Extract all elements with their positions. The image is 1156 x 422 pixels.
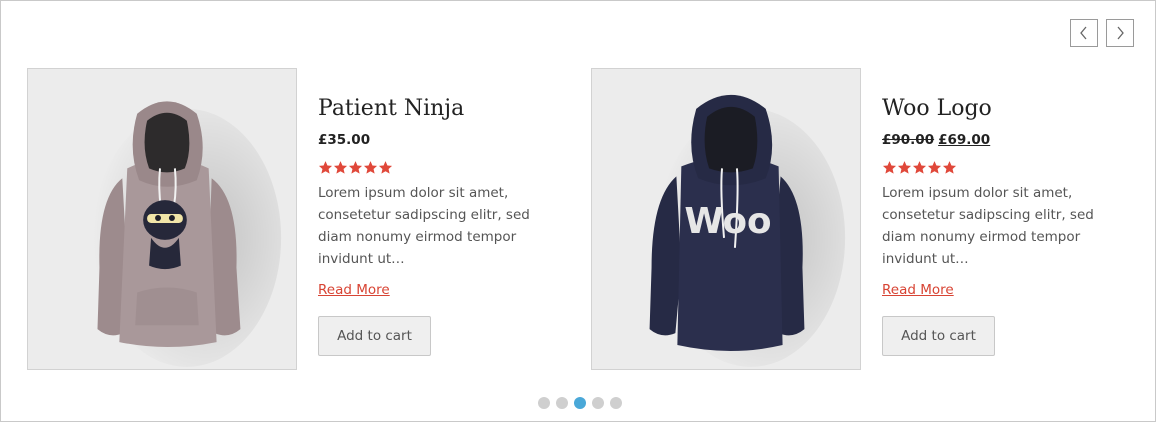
current-price: £69.00: [938, 132, 991, 148]
star-icon: [318, 161, 333, 174]
product-image[interactable]: Woo: [591, 68, 861, 370]
star-icon: [378, 161, 393, 174]
rating-stars: [318, 160, 393, 175]
hoodie-logo-text: Woo: [684, 201, 771, 242]
product-description: Lorem ipsum dolor sit amet, consetetur s…: [318, 185, 530, 267]
product-image[interactable]: [27, 68, 297, 370]
ninja-hoodie-image: [92, 101, 282, 367]
read-more-link[interactable]: Read More: [882, 282, 954, 298]
star-icon: [942, 161, 957, 174]
add-to-cart-button[interactable]: Add to cart: [882, 316, 995, 356]
add-to-cart-button[interactable]: Add to cart: [318, 316, 431, 356]
product-carousel: Patient Ninja £35.00 Lorem ipsum dolor s…: [0, 0, 1156, 422]
carousel-next-button[interactable]: [1106, 19, 1134, 47]
old-price: £90.00: [882, 132, 935, 148]
product-title[interactable]: Woo Logo: [882, 96, 992, 121]
star-icon: [897, 161, 912, 174]
read-more-link[interactable]: Read More: [318, 282, 390, 298]
rating-stars: [882, 160, 957, 175]
star-icon: [333, 161, 348, 174]
star-icon: [348, 161, 363, 174]
star-icon: [927, 161, 942, 174]
woo-hoodie-image: Woo: [649, 94, 846, 367]
product-title[interactable]: Patient Ninja: [318, 96, 464, 121]
carousel-dot[interactable]: [574, 397, 586, 409]
carousel-prev-button[interactable]: [1070, 19, 1098, 47]
star-icon: [363, 161, 378, 174]
carousel-dot[interactable]: [538, 397, 550, 409]
chevron-left-icon: [1080, 26, 1087, 40]
product-description: Lorem ipsum dolor sit amet, consetetur s…: [882, 185, 1094, 267]
carousel-dot[interactable]: [610, 397, 622, 409]
star-icon: [882, 161, 897, 174]
carousel-pagination: [538, 397, 622, 409]
carousel-dot[interactable]: [592, 397, 604, 409]
star-icon: [912, 161, 927, 174]
product-price: £35.00: [318, 132, 370, 148]
current-price: £35.00: [318, 132, 371, 148]
carousel-dot[interactable]: [556, 397, 568, 409]
product-price: £90.00 £69.00: [882, 132, 990, 148]
chevron-right-icon: [1117, 26, 1124, 40]
